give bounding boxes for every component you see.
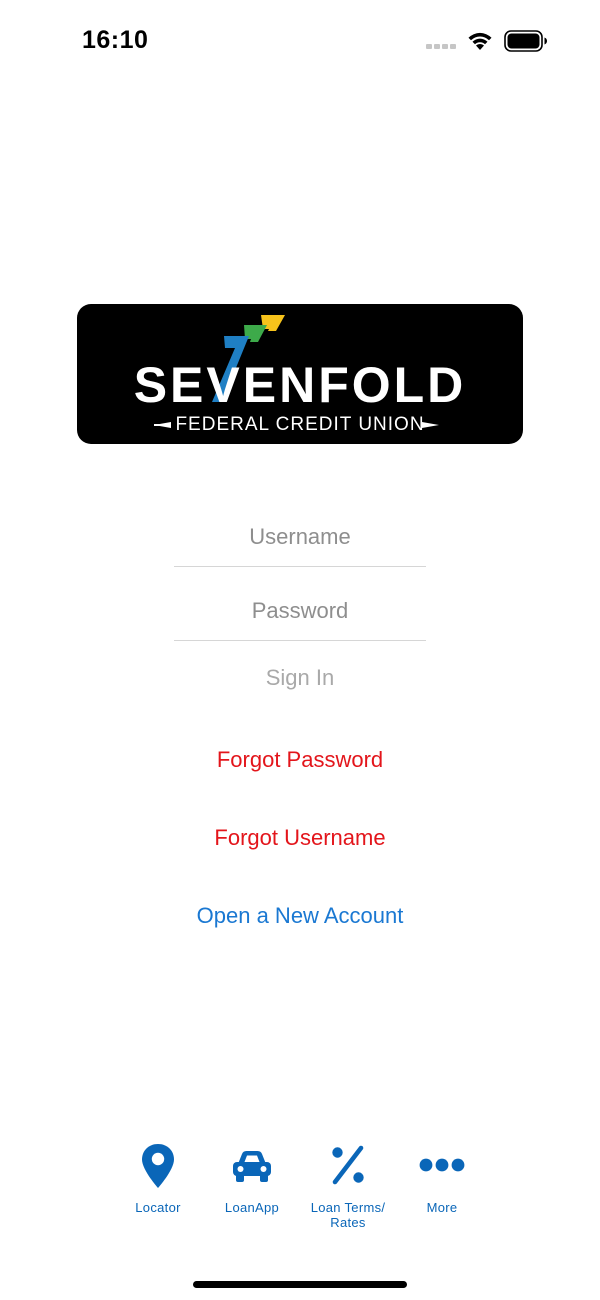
battery-icon <box>504 30 547 52</box>
map-pin-icon <box>142 1144 174 1188</box>
tab-label-loanapp: LoanApp <box>224 1200 280 1215</box>
more-dots-icon <box>419 1158 465 1172</box>
tab-more[interactable]: More <box>394 1138 490 1215</box>
username-input[interactable] <box>174 507 426 566</box>
percent-icon <box>332 1145 364 1185</box>
forgot-username-link[interactable]: Forgot Username <box>0 825 600 851</box>
tab-label-loan-terms-line1: Loan Terms/ <box>310 1200 386 1215</box>
status-bar: 16:10 <box>0 0 600 80</box>
cellular-signal-icon <box>426 44 456 50</box>
wifi-icon <box>468 32 492 50</box>
username-field-container <box>174 507 426 567</box>
car-icon <box>233 1151 271 1182</box>
sign-in-button[interactable]: Sign In <box>0 665 600 691</box>
tab-loan-terms-rates[interactable]: Loan Terms/ Rates <box>300 1138 396 1230</box>
home-indicator[interactable] <box>193 1281 407 1288</box>
logo-name: SEVENFOLD <box>133 357 467 413</box>
tab-locator[interactable]: Locator <box>110 1138 206 1215</box>
logo-subtitle: FEDERAL CREDIT UNION <box>175 414 425 435</box>
tab-label-loan-terms-line2: Rates <box>330 1215 366 1230</box>
password-input[interactable] <box>174 581 426 640</box>
tab-label-locator: Locator <box>135 1200 181 1215</box>
password-field-container <box>174 581 426 641</box>
tab-label-more: More <box>426 1200 458 1215</box>
status-time: 16:10 <box>82 26 149 54</box>
tab-loanapp[interactable]: LoanApp <box>204 1138 300 1215</box>
forgot-password-link[interactable]: Forgot Password <box>0 747 600 773</box>
open-account-link[interactable]: Open a New Account <box>0 903 600 929</box>
